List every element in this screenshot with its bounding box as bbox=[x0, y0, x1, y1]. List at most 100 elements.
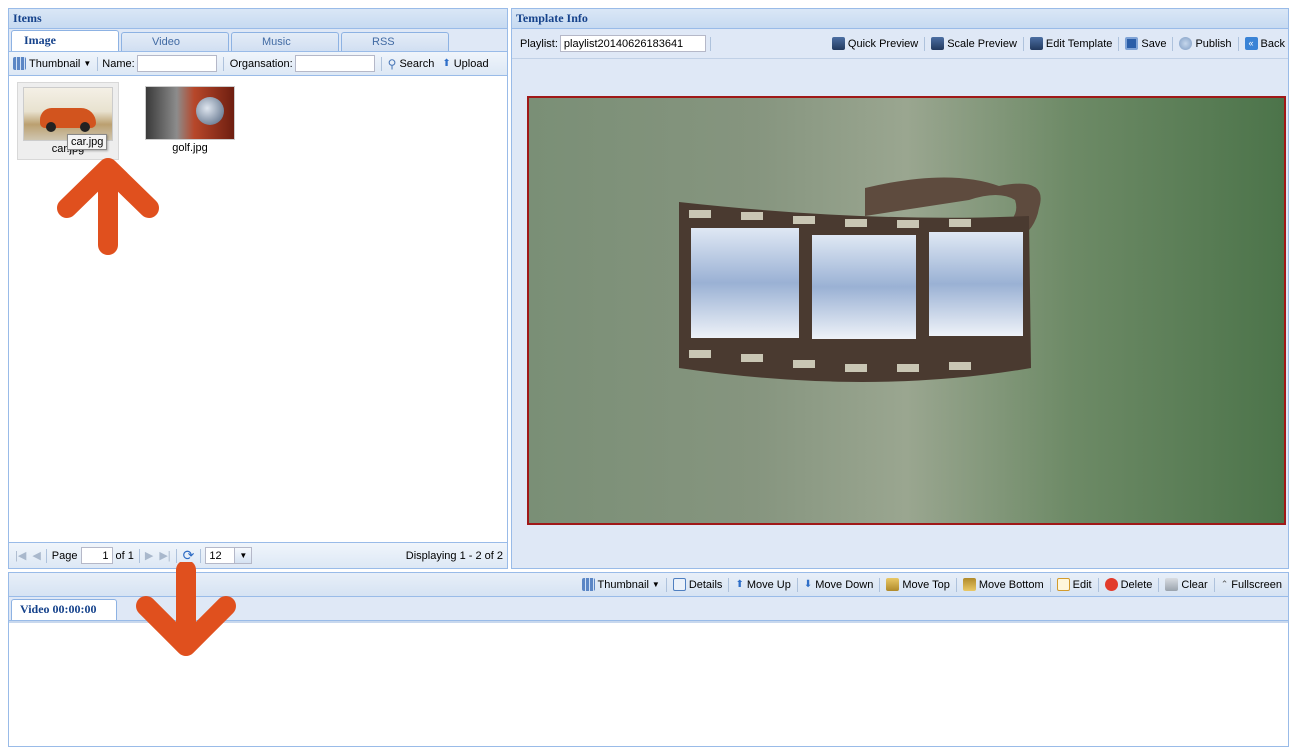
arrow-up-icon: ⬆ bbox=[735, 579, 744, 590]
template-panel: Template Info Playlist: Quick Preview Sc… bbox=[511, 8, 1289, 569]
save-label: Save bbox=[1141, 37, 1167, 50]
tab-rss[interactable]: RSS bbox=[341, 32, 449, 51]
golf-club-shape bbox=[196, 97, 224, 125]
separator bbox=[728, 577, 730, 592]
clear-button[interactable]: Clear bbox=[1161, 578, 1211, 591]
move-top-label: Move Top bbox=[902, 578, 950, 591]
save-button[interactable]: Save bbox=[1121, 37, 1170, 50]
separator bbox=[222, 56, 224, 71]
move-top-icon bbox=[886, 578, 900, 591]
clapper-icon bbox=[831, 37, 845, 50]
playlist-label: Playlist: bbox=[520, 37, 558, 50]
tab-video[interactable]: Video bbox=[121, 32, 229, 51]
scale-preview-label: Scale Preview bbox=[947, 37, 1017, 50]
template-panel-title: Template Info bbox=[512, 9, 1288, 29]
separator bbox=[796, 577, 798, 592]
clapper-icon bbox=[931, 37, 945, 50]
thumbnail-area: car.jpg car.jpg golf.jpg bbox=[9, 76, 507, 544]
edit-label: Edit bbox=[1072, 578, 1092, 591]
quick-preview-button[interactable]: Quick Preview bbox=[828, 37, 922, 50]
next-page-icon[interactable]: ▶ bbox=[142, 549, 156, 562]
move-up-label: Move Up bbox=[746, 578, 791, 591]
items-panel: Items Image Video Music RSS Thumbnail ▼ … bbox=[8, 8, 508, 569]
publish-button[interactable]: Publish bbox=[1175, 37, 1235, 50]
move-down-label: Move Down bbox=[815, 578, 874, 591]
thumbnail-golf[interactable]: golf.jpg bbox=[139, 82, 241, 158]
search-label: Search bbox=[399, 57, 435, 70]
items-tab-strip: Image Video Music RSS bbox=[9, 29, 507, 52]
view-mode-button[interactable]: Thumbnail ▼ bbox=[11, 57, 95, 70]
move-down-button[interactable]: ⬇ Move Down bbox=[800, 579, 877, 591]
edit-button[interactable]: Edit bbox=[1053, 578, 1096, 591]
scale-preview-button[interactable]: Scale Preview bbox=[927, 37, 1021, 50]
playlist-input[interactable] bbox=[559, 35, 706, 52]
search-button[interactable]: ⚲ Search bbox=[384, 57, 439, 71]
film-frame bbox=[691, 228, 799, 338]
details-label: Details bbox=[688, 578, 723, 591]
separator bbox=[97, 56, 99, 71]
fullscreen-button[interactable]: ⌃ Fullscreen bbox=[1217, 579, 1286, 591]
chevron-down-icon: ▼ bbox=[234, 548, 252, 563]
film-frame bbox=[929, 232, 1023, 336]
first-page-icon[interactable]: |◀ bbox=[9, 549, 29, 562]
car-image bbox=[23, 87, 113, 141]
separator bbox=[1172, 36, 1174, 51]
quick-preview-label: Quick Preview bbox=[847, 37, 919, 50]
annotation-arrow-up bbox=[57, 158, 159, 255]
back-button[interactable]: «Back bbox=[1241, 37, 1288, 50]
separator bbox=[1158, 577, 1160, 592]
tab-image[interactable]: Image bbox=[11, 30, 119, 51]
template-actions: Quick Preview Scale Preview Edit Templat… bbox=[828, 36, 1288, 51]
move-top-button[interactable]: Move Top bbox=[882, 578, 954, 591]
name-label: Name: bbox=[102, 57, 135, 70]
publish-icon bbox=[1179, 37, 1193, 50]
tab-video-timeline[interactable]: Video 00:00:00 bbox=[11, 599, 117, 620]
template-toolbar: Playlist: Quick Preview Scale Preview Ed… bbox=[512, 29, 1288, 59]
delete-icon bbox=[1104, 578, 1118, 591]
separator bbox=[955, 577, 957, 592]
upload-button[interactable]: ⬆ Upload bbox=[438, 58, 492, 70]
last-page-icon[interactable]: ▶| bbox=[156, 549, 173, 562]
clear-label: Clear bbox=[1181, 578, 1208, 591]
upload-icon: ⬆ bbox=[442, 58, 451, 69]
annotation-arrow-down bbox=[136, 562, 236, 656]
prev-page-icon[interactable]: ◀ bbox=[29, 549, 43, 562]
thumbnail-car[interactable]: car.jpg car.jpg bbox=[17, 82, 119, 160]
thumbnail-view-button[interactable]: Thumbnail ▼ bbox=[578, 578, 664, 591]
clapper-icon bbox=[1029, 37, 1043, 50]
move-bottom-label: Move Bottom bbox=[978, 578, 1044, 591]
delete-button[interactable]: Delete bbox=[1101, 578, 1157, 591]
tooltip: car.jpg bbox=[67, 134, 108, 150]
separator bbox=[665, 577, 667, 592]
car-wheel bbox=[80, 122, 90, 132]
items-toolbar: Thumbnail ▼ Name: Organsation: ⚲ Search … bbox=[9, 52, 507, 76]
separator bbox=[380, 56, 382, 71]
tab-music[interactable]: Music bbox=[231, 32, 339, 51]
edit-template-label: Edit Template bbox=[1045, 37, 1113, 50]
organisation-input[interactable] bbox=[294, 55, 375, 72]
edit-template-button[interactable]: Edit Template bbox=[1026, 37, 1116, 50]
move-bottom-icon bbox=[962, 578, 976, 591]
back-label: Back bbox=[1260, 37, 1285, 50]
separator bbox=[1213, 577, 1215, 592]
display-info: Displaying 1 - 2 of 2 bbox=[405, 549, 503, 562]
name-input[interactable] bbox=[136, 55, 217, 72]
edit-icon bbox=[1056, 578, 1070, 591]
move-bottom-button[interactable]: Move Bottom bbox=[959, 578, 1048, 591]
items-panel-title: Items bbox=[9, 9, 507, 29]
details-button[interactable]: Details bbox=[669, 578, 727, 591]
page-label: Page bbox=[51, 549, 78, 562]
separator bbox=[1237, 36, 1239, 51]
floppy-icon bbox=[1125, 37, 1139, 50]
fullscreen-icon: ⌃ bbox=[1220, 579, 1229, 589]
move-up-button[interactable]: ⬆ Move Up bbox=[731, 579, 794, 591]
upload-label: Upload bbox=[453, 57, 489, 70]
grid-icon bbox=[13, 57, 26, 70]
separator bbox=[709, 36, 711, 51]
template-preview bbox=[527, 96, 1286, 525]
golf-image bbox=[145, 86, 235, 140]
details-icon bbox=[672, 578, 686, 591]
separator bbox=[138, 548, 140, 563]
page-size-value: 12 bbox=[209, 549, 222, 562]
page-number-input[interactable] bbox=[80, 547, 113, 564]
